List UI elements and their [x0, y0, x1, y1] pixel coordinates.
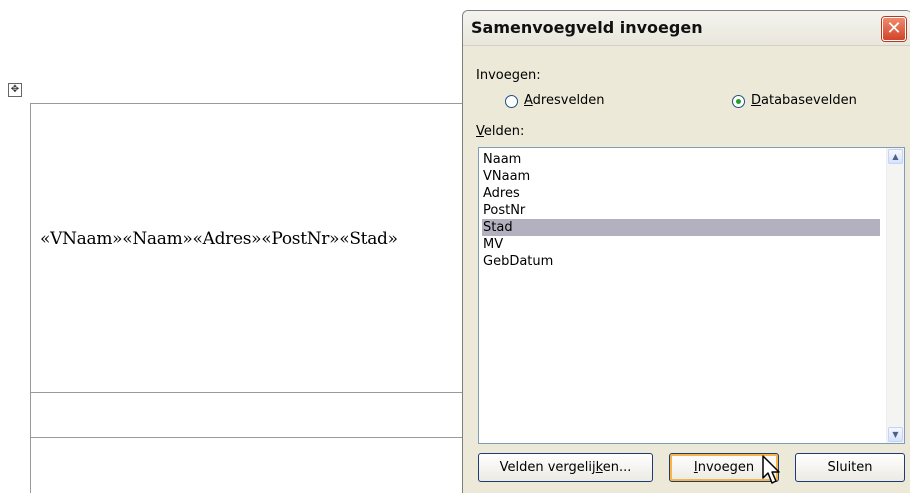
- table-move-handle-icon[interactable]: ✥: [8, 83, 22, 97]
- dialog-titlebar[interactable]: Samenvoegveld invoegen ✕: [463, 11, 910, 46]
- merge-fields-text[interactable]: «VNaam»«Naam»«Adres»«PostNr»«Stad»: [40, 229, 398, 249]
- list-item-selected[interactable]: Stad: [482, 219, 880, 236]
- table-row-divider: [30, 392, 470, 393]
- insert-merge-field-dialog: Samenvoegveld invoegen ✕ Invoegen: Adres…: [462, 10, 910, 493]
- dialog-title: Samenvoegveld invoegen: [471, 18, 703, 37]
- table-border-left: [30, 103, 31, 493]
- database-fields-label[interactable]: Databasevelden: [751, 93, 857, 108]
- match-fields-button[interactable]: Velden vergelijken...: [478, 453, 653, 482]
- list-item[interactable]: Adres: [482, 185, 880, 202]
- address-fields-label[interactable]: Adresvelden: [524, 93, 605, 108]
- scroll-up-icon[interactable]: ▲: [888, 149, 903, 164]
- address-fields-radio[interactable]: [505, 95, 518, 108]
- close-button[interactable]: Sluiten: [795, 453, 905, 482]
- table-row-divider: [30, 437, 470, 438]
- mouse-pointer-icon: [762, 455, 780, 484]
- radio-checked-dot: [736, 99, 741, 104]
- insert-group-label: Invoegen:: [476, 68, 541, 83]
- list-item[interactable]: GebDatum: [482, 253, 880, 270]
- list-item[interactable]: VNaam: [482, 168, 880, 185]
- fields-label: Velden:: [476, 124, 525, 139]
- fields-listbox[interactable]: Naam VNaam Adres PostNr Stad MV GebDatum…: [478, 147, 905, 444]
- scroll-down-icon[interactable]: ▼: [888, 427, 903, 442]
- table-border-top: [30, 103, 470, 104]
- list-item[interactable]: MV: [482, 236, 880, 253]
- database-fields-radio[interactable]: [732, 95, 745, 108]
- list-item[interactable]: PostNr: [482, 202, 880, 219]
- fields-scrollbar[interactable]: ▲ ▼: [886, 148, 904, 443]
- close-icon[interactable]: ✕: [882, 17, 906, 41]
- list-item[interactable]: Naam: [482, 151, 880, 168]
